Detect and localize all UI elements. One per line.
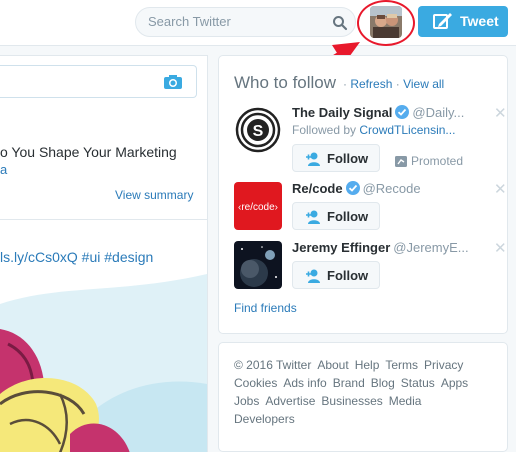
avatar[interactable]: S — [234, 106, 282, 154]
tweet-text-link[interactable]: ls.ly/cCs0xQ #ui #design — [0, 249, 153, 265]
separator: · — [395, 77, 400, 91]
followed-by: Followed by CrowdTLicensin... — [292, 123, 455, 137]
tweet-image[interactable] — [0, 274, 207, 452]
follow-button[interactable]: Follow — [292, 144, 380, 172]
footer-link-terms[interactable]: Terms — [385, 358, 418, 372]
account-name-text: The Daily Signal — [292, 105, 393, 120]
account-name-text: Jeremy Effinger — [292, 240, 391, 255]
view-all-link[interactable]: View all — [403, 77, 444, 91]
divider — [0, 219, 208, 220]
card-title[interactable]: o You Shape Your Marketing — [0, 144, 177, 160]
avatar[interactable]: ‹re/code› — [234, 182, 282, 230]
separator: · — [343, 77, 347, 91]
account-name-text: Re/code — [292, 181, 343, 196]
timeline-column: o You Shape Your Marketing a View summar… — [0, 55, 208, 452]
footer-link-privacy[interactable]: Privacy — [424, 358, 463, 372]
follow-label: Follow — [327, 151, 369, 166]
verified-badge-icon — [395, 105, 410, 119]
avatar[interactable] — [234, 241, 282, 289]
suggestion-daily-signal: S The Daily Signal @Daily... Followed by … — [234, 104, 507, 172]
footer-link-brand[interactable]: Brand — [333, 376, 365, 390]
card-link[interactable]: a — [0, 162, 7, 177]
footer-link-advertise[interactable]: Advertise — [265, 394, 315, 408]
top-bar: Tweet — [0, 0, 516, 46]
account-name[interactable]: The Daily Signal @Daily... — [292, 105, 464, 120]
footer-link-blog[interactable]: Blog — [371, 376, 395, 390]
add-user-icon — [306, 152, 320, 166]
footer-link-ads-info[interactable]: Ads info — [283, 376, 326, 390]
tweet-button-label: Tweet — [460, 13, 499, 29]
promoted-label: Promoted — [411, 154, 464, 168]
follow-button[interactable]: Follow — [292, 261, 380, 289]
footer-link-status[interactable]: Status — [401, 376, 435, 390]
footer-link-developers[interactable]: Developers — [234, 412, 295, 426]
footer-link-about[interactable]: About — [317, 358, 348, 372]
who-to-follow-panel: Who to follow · Refresh · View all S The… — [218, 55, 508, 334]
suggestion-recode: ‹re/code› Re/code @Recode Follow ✕ — [234, 180, 507, 240]
copyright: © 2016 Twitter — [234, 358, 312, 372]
account-handle: @JeremyE... — [393, 240, 469, 255]
dismiss-icon[interactable]: ✕ — [494, 180, 507, 198]
add-user-icon — [306, 210, 320, 224]
who-to-follow-actions: · Refresh · View all — [343, 77, 444, 91]
follow-label: Follow — [327, 268, 369, 283]
highlight-circle-annotation — [357, 0, 415, 46]
view-summary-link[interactable]: View summary — [115, 188, 193, 202]
dismiss-icon[interactable]: ✕ — [494, 239, 507, 257]
account-name[interactable]: Re/code @Recode — [292, 181, 421, 196]
followed-by-link[interactable]: CrowdTLicensin... — [359, 123, 455, 137]
camera-icon[interactable] — [163, 74, 183, 90]
find-friends-link[interactable]: Find friends — [234, 301, 297, 315]
followed-by-prefix: Followed by — [292, 123, 357, 137]
avatar-logo-text: ‹re/code› — [238, 202, 278, 213]
avatar-letter: S — [253, 123, 264, 140]
search-input[interactable] — [148, 14, 328, 29]
tweet-button[interactable]: Tweet — [418, 6, 508, 37]
footer-link-cookies[interactable]: Cookies — [234, 376, 277, 390]
promoted-tag: Promoted — [395, 154, 463, 168]
dismiss-icon[interactable]: ✕ — [494, 104, 507, 122]
follow-label: Follow — [327, 209, 369, 224]
promoted-icon — [395, 156, 407, 167]
footer-link-help[interactable]: Help — [355, 358, 380, 372]
who-to-follow-title: Who to follow — [234, 73, 337, 92]
add-user-icon — [306, 269, 320, 283]
account-handle: @Recode — [362, 181, 421, 196]
footer-links: © 2016 Twitter About Help Terms Privacy Cook… — [218, 342, 508, 452]
suggestion-jeremy-effinger: Jeremy Effinger @JeremyE... Follow ✕ — [234, 239, 507, 299]
search-box[interactable] — [135, 7, 356, 37]
footer-link-businesses[interactable]: Businesses — [321, 394, 382, 408]
footer-link-apps[interactable]: Apps — [441, 376, 468, 390]
compose-tweet-box[interactable] — [0, 65, 197, 98]
compose-quill-icon — [433, 13, 452, 29]
refresh-link[interactable]: Refresh — [350, 77, 392, 91]
footer-link-media[interactable]: Media — [389, 394, 422, 408]
verified-badge-icon — [345, 181, 360, 195]
footer-link-jobs[interactable]: Jobs — [234, 394, 259, 408]
account-name[interactable]: Jeremy Effinger @JeremyE... — [292, 240, 469, 255]
follow-button[interactable]: Follow — [292, 202, 380, 230]
search-icon[interactable] — [332, 15, 348, 31]
account-handle: @Daily... — [412, 105, 465, 120]
